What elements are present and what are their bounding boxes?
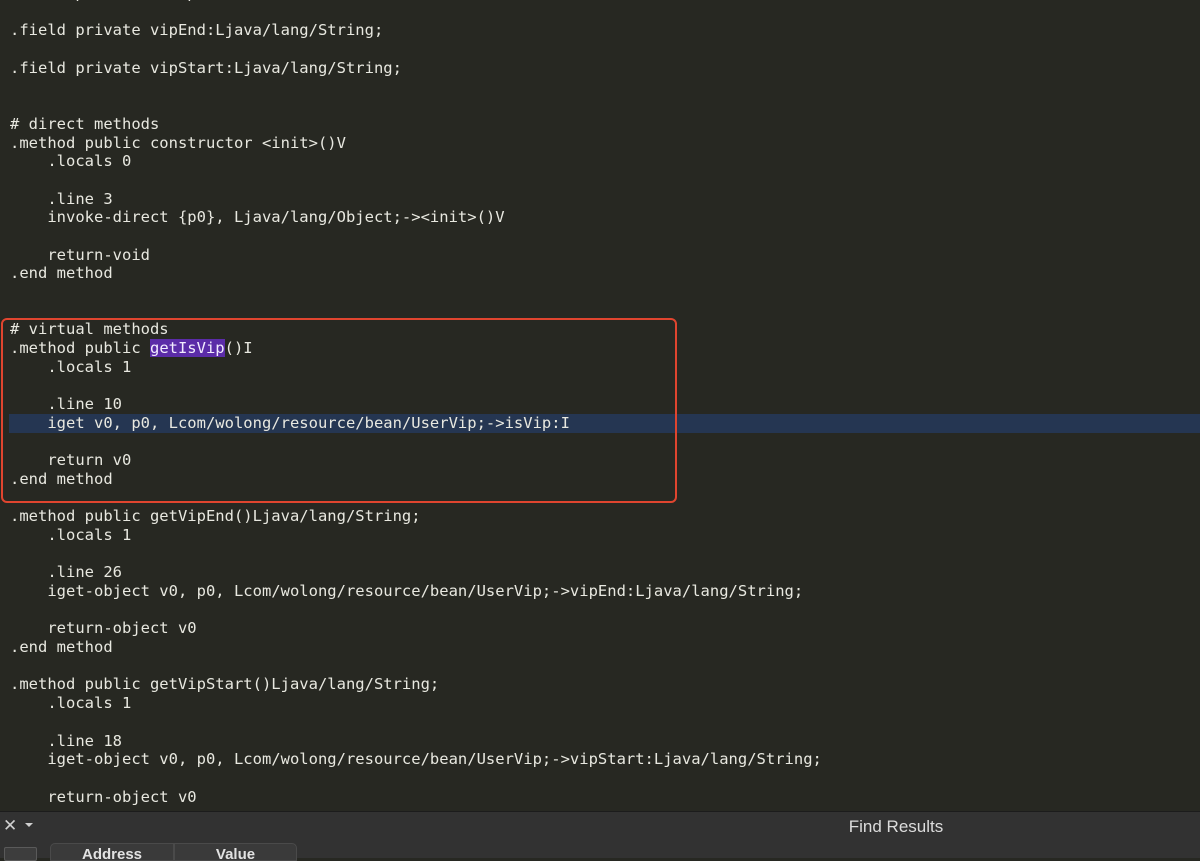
code-line[interactable] xyxy=(0,3,1200,22)
code-line[interactable] xyxy=(0,40,1200,59)
column-header-value[interactable]: Value xyxy=(174,843,297,861)
code-line[interactable]: .end method xyxy=(0,638,1200,657)
code-text: .locals 1 xyxy=(10,694,132,713)
code-text: .locals 1 xyxy=(10,525,132,544)
code-line[interactable]: .line 18 xyxy=(0,732,1200,751)
column-header-address[interactable]: Address xyxy=(50,843,174,861)
code-text: .locals 1 xyxy=(10,357,132,376)
code-line[interactable] xyxy=(0,433,1200,452)
code-text: return-object v0 xyxy=(10,787,197,806)
code-text: .locals 0 xyxy=(10,152,132,171)
code-line[interactable]: return-void xyxy=(0,246,1200,265)
code-text: .field private vipEnd:Ljava/lang/String; xyxy=(10,21,384,40)
code-text: invoke-direct {p0}, Ljava/lang/Object;->… xyxy=(10,208,505,227)
code-line[interactable]: .field private vipStart:Ljava/lang/Strin… xyxy=(0,59,1200,78)
code-line[interactable]: .method public getIsVip()I xyxy=(0,339,1200,358)
code-line[interactable]: return-object v0 xyxy=(0,619,1200,638)
code-text: .end method xyxy=(10,264,113,283)
code-line[interactable]: .end method xyxy=(0,264,1200,283)
code-line[interactable]: .locals 1 xyxy=(0,694,1200,713)
code-text: .end method xyxy=(10,638,113,657)
code-text: iget v0, p0, Lcom/wolong/resource/bean/U… xyxy=(10,413,570,432)
code-line[interactable]: .method public getVipEnd()Ljava/lang/Str… xyxy=(0,507,1200,526)
code-line[interactable]: invoke-direct {p0}, Ljava/lang/Object;->… xyxy=(0,208,1200,227)
panel-title: Find Results xyxy=(848,817,944,836)
code-line[interactable] xyxy=(0,769,1200,788)
code-line[interactable]: .locals 1 xyxy=(0,526,1200,545)
code-lines: .field private isVip:I .field private vip… xyxy=(0,0,1200,806)
code-text: .method public getVipEnd()Ljava/lang/Str… xyxy=(10,507,421,526)
code-line[interactable]: return-object v0 xyxy=(0,788,1200,807)
code-line[interactable] xyxy=(0,376,1200,395)
code-line[interactable] xyxy=(0,77,1200,96)
code-line[interactable]: .field private vipEnd:Ljava/lang/String; xyxy=(0,21,1200,40)
code-text: iget-object v0, p0, Lcom/wolong/resource… xyxy=(10,582,804,600)
code-line[interactable]: .line 10 xyxy=(0,395,1200,414)
panel-header: ✕ Find Results xyxy=(0,812,1200,842)
code-line[interactable] xyxy=(0,227,1200,246)
code-line[interactable] xyxy=(0,302,1200,321)
code-line[interactable]: .line 26 xyxy=(0,563,1200,582)
code-text: .line 10 xyxy=(10,395,122,414)
code-editor[interactable]: .field private isVip:I .field private vip… xyxy=(0,0,1200,811)
code-line[interactable] xyxy=(0,713,1200,732)
code-text: .method public constructor <init>()V xyxy=(10,133,346,152)
code-text: .method public xyxy=(10,339,150,358)
code-line[interactable] xyxy=(0,601,1200,620)
code-text: .method public getVipStart()Ljava/lang/S… xyxy=(10,675,440,694)
code-text: .end method xyxy=(10,469,113,488)
code-text: return-void xyxy=(10,245,150,264)
code-line[interactable]: .locals 0 xyxy=(0,152,1200,171)
code-text: .field private isVip:I xyxy=(10,0,215,2)
code-text: iget-object v0, p0, Lcom/wolong/resource… xyxy=(10,750,822,769)
code-line[interactable] xyxy=(0,96,1200,115)
code-line[interactable] xyxy=(0,545,1200,564)
code-line[interactable]: .method public getVipStart()Ljava/lang/S… xyxy=(0,675,1200,694)
code-text: # direct methods xyxy=(10,114,160,133)
select-all-checkbox[interactable] xyxy=(4,847,37,861)
code-text: .line 18 xyxy=(10,731,122,750)
code-line[interactable]: .locals 1 xyxy=(0,358,1200,377)
code-text: return-object v0 xyxy=(10,619,197,638)
code-line[interactable] xyxy=(0,489,1200,508)
code-line[interactable]: iget-object v0, p0, Lcom/wolong/resource… xyxy=(0,750,1200,769)
code-text: # virtual methods xyxy=(10,320,169,339)
code-text: .line 26 xyxy=(10,563,122,582)
chevron-down-icon[interactable] xyxy=(22,818,36,832)
code-text: return v0 xyxy=(10,451,132,470)
code-text: ()I xyxy=(224,339,253,358)
code-line[interactable]: .end method xyxy=(0,470,1200,489)
code-text: .line 3 xyxy=(10,189,113,208)
code-line[interactable]: # direct methods xyxy=(0,115,1200,134)
code-line[interactable] xyxy=(0,171,1200,190)
code-line[interactable]: .line 3 xyxy=(0,190,1200,209)
search-match: getIsVip xyxy=(149,339,225,358)
code-text: .field private vipStart:Ljava/lang/Strin… xyxy=(10,58,402,77)
code-line[interactable] xyxy=(0,657,1200,676)
code-line[interactable]: return v0 xyxy=(0,451,1200,470)
find-results-panel: ✕ Find Results Address Value xyxy=(0,811,1200,861)
code-line[interactable]: iget-object v0, p0, Lcom/wolong/resource… xyxy=(0,582,1200,601)
current-code-line[interactable]: iget v0, p0, Lcom/wolong/resource/bean/U… xyxy=(9,413,1200,433)
close-icon[interactable]: ✕ xyxy=(3,817,17,835)
code-line[interactable] xyxy=(0,283,1200,302)
code-line[interactable]: # virtual methods xyxy=(0,320,1200,339)
code-line[interactable]: .method public constructor <init>()V xyxy=(0,134,1200,153)
